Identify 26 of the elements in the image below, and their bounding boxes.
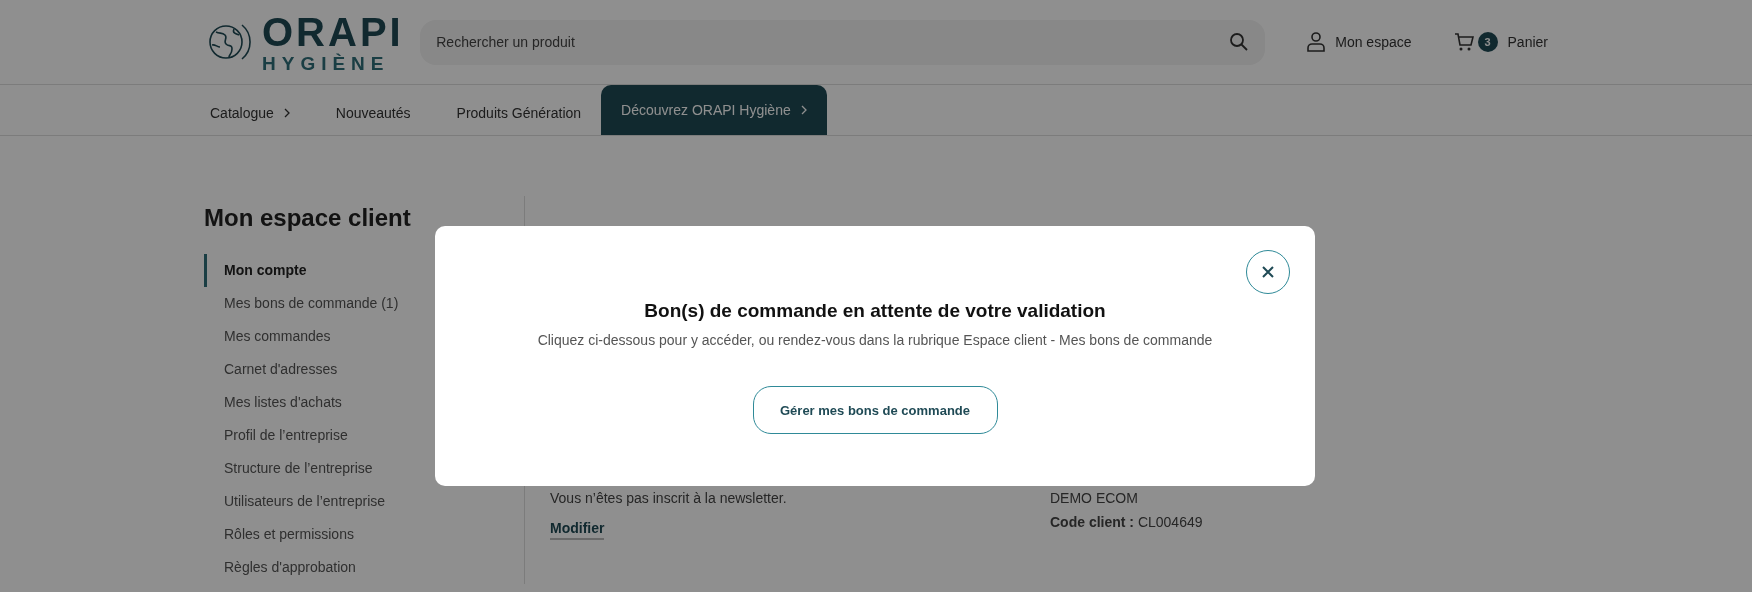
cart-icon <box>1453 32 1474 52</box>
logo-text: ORAPI <box>262 11 404 52</box>
edit-link[interactable]: Modifier <box>550 520 605 540</box>
nav-tab[interactable]: Nouveautés <box>329 91 411 135</box>
sidebar-item[interactable]: Règles d'approbation <box>204 551 524 584</box>
newsletter-text: Vous n’êtes pas inscrit à la newsletter. <box>550 490 787 506</box>
user-icon <box>1307 32 1326 52</box>
manage-orders-button[interactable]: Gérer mes bons de commande <box>752 386 998 434</box>
search-icon[interactable] <box>1229 31 1250 52</box>
nav-tab[interactable]: Découvrez ORAPI Hygiène <box>601 85 827 135</box>
nav-tab[interactable]: Catalogue <box>204 91 290 135</box>
client-code: Code client : CL004649 <box>1050 514 1203 530</box>
cart-count-badge: 3 <box>1477 32 1498 52</box>
nav-tab[interactable]: Produits Génération <box>450 91 582 135</box>
close-button[interactable] <box>1246 250 1290 294</box>
cart-link[interactable]: 3 Panier <box>1453 32 1548 52</box>
logo-text: HYGIÈNE <box>262 53 391 73</box>
modal-title: Bon(s) de commande en attente de votre validation <box>644 300 1106 322</box>
close-icon <box>1261 265 1275 279</box>
sidebar-item[interactable]: Rôles et permissions <box>204 518 524 551</box>
sidebar-title: Mon espace client <box>204 204 412 232</box>
sidebar-item[interactable]: Utilisateurs de l’entreprise <box>204 485 524 518</box>
account-link[interactable]: Mon espace <box>1307 32 1412 52</box>
search-field[interactable]: Rechercher un produit <box>420 19 1266 65</box>
modal-text: Cliquez ci-dessous pour y accéder, ou rendez-vous dans la rubrique Espace client - Mes bons de commande <box>537 332 1213 348</box>
company-name: DEMO ECOM <box>1050 490 1138 506</box>
